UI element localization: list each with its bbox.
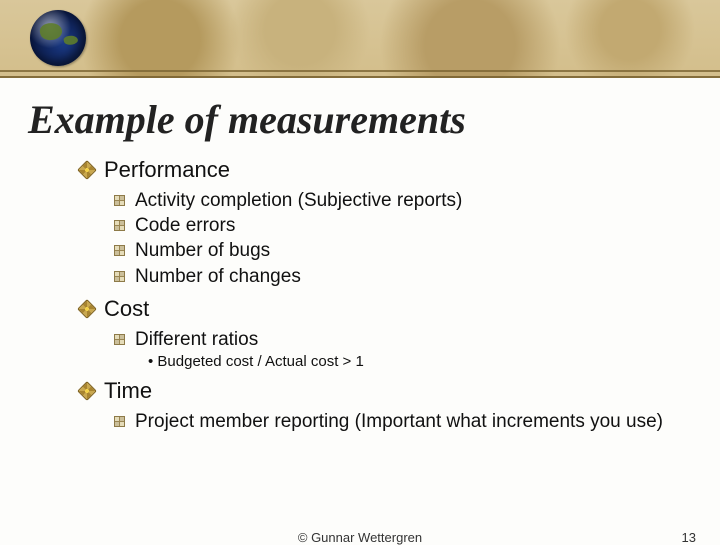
divider <box>0 70 720 72</box>
section-heading-text: Cost <box>104 296 149 322</box>
list-item-text: Number of bugs <box>135 239 270 262</box>
section-heading: Cost <box>80 296 690 322</box>
list-item-text: Different ratios <box>135 328 258 351</box>
bullet-lvl2-icon <box>114 416 125 427</box>
list-item-text: Activity completion (Subjective reports) <box>135 189 462 212</box>
section-heading: Time <box>80 378 690 404</box>
list-item-text: Project member reporting (Important what… <box>135 410 663 433</box>
list-item: Activity completion (Subjective reports) <box>114 189 690 212</box>
copyright-text: © Gunnar Wettergren <box>298 530 422 545</box>
slide-banner <box>0 0 720 78</box>
list-item: Different ratios <box>114 328 690 351</box>
list-item: Code errors <box>114 214 690 237</box>
bullet-lvl2-icon <box>114 220 125 231</box>
bullet-lvl2-icon <box>114 195 125 206</box>
section-heading-text: Performance <box>104 157 230 183</box>
list-item: Project member reporting (Important what… <box>114 410 690 433</box>
bullet-lvl2-icon <box>114 245 125 256</box>
bullet-lvl1-icon <box>77 299 97 319</box>
bullet-lvl1-icon <box>77 160 97 180</box>
slide-title: Example of measurements <box>28 96 720 143</box>
list-item: Number of bugs <box>114 239 690 262</box>
list-item-text: Code errors <box>135 214 235 237</box>
list-item: Number of changes <box>114 265 690 288</box>
globe-icon <box>30 10 86 66</box>
page-number: 13 <box>682 530 696 545</box>
bullet-lvl2-icon <box>114 271 125 282</box>
slide-body: Performance Activity completion (Subject… <box>80 157 690 433</box>
section-heading: Performance <box>80 157 690 183</box>
section-heading-text: Time <box>104 378 152 404</box>
list-subitem: Budgeted cost / Actual cost > 1 <box>148 353 690 370</box>
list-item-text: Number of changes <box>135 265 301 288</box>
bullet-lvl1-icon <box>77 381 97 401</box>
bullet-lvl2-icon <box>114 334 125 345</box>
divider <box>0 76 720 78</box>
